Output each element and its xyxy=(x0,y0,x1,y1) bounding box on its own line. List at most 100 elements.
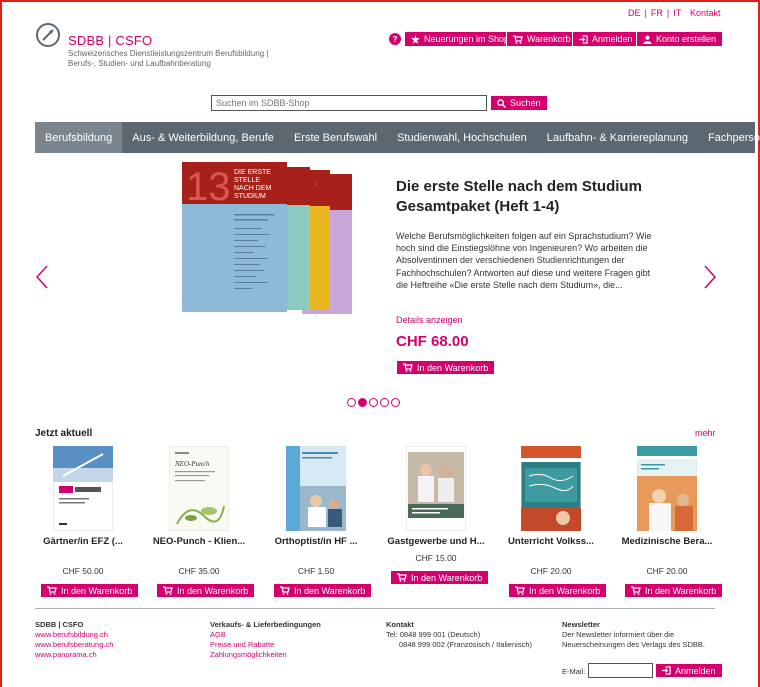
email-label: E-Mail: xyxy=(562,667,586,676)
footer-link[interactable]: AGB xyxy=(210,630,321,640)
lang-fr-link[interactable]: FR xyxy=(651,8,663,18)
product-image[interactable] xyxy=(637,446,697,531)
cart-button-label: Warenkorb xyxy=(527,34,571,44)
product-image[interactable] xyxy=(521,446,581,531)
carousel-dot-active[interactable] xyxy=(358,398,367,407)
cart-icon xyxy=(280,586,290,595)
product-card: Unterricht Volkss... CHF 20.00 In den Wa… xyxy=(492,446,610,598)
product-name[interactable]: Orthoptist/in HF ... xyxy=(257,536,375,547)
footer-col-contact: Kontakt Tel: 0848 999 001 (Deutsch) 0848… xyxy=(386,620,532,650)
newsletter-text: Der Newsletter informiert über die Neuer… xyxy=(562,630,706,649)
carousel-dot[interactable] xyxy=(369,398,378,407)
nav-item-erste-berufswahl[interactable]: Erste Berufswahl xyxy=(284,122,387,153)
hero-book-title-line: NACH DEM xyxy=(234,185,272,192)
product-price: CHF 15.00 xyxy=(415,553,457,563)
carousel-dots xyxy=(347,398,400,407)
nav-item-aus-weiterbildung[interactable]: Aus- & Weiterbildung, Berufe xyxy=(122,122,284,153)
search-button-label: Suchen xyxy=(510,98,541,108)
cart-icon xyxy=(403,363,413,372)
newsletter-email-input[interactable] xyxy=(588,663,653,678)
product-name[interactable]: Gastgewerbe und H... xyxy=(377,536,495,547)
footer-link[interactable]: Preise und Rabatte xyxy=(210,640,321,650)
product-price: CHF 20.00 xyxy=(530,566,572,576)
footer-heading: Verkaufs- & Lieferbedingungen xyxy=(210,620,321,629)
hero-book-title-line: DIE ERSTE xyxy=(234,169,271,176)
add-to-cart-button[interactable]: In den Warenkorb xyxy=(40,583,140,598)
newsletter-subscribe-label: Anmelden xyxy=(675,665,716,676)
add-to-cart-button[interactable]: In den Warenkorb xyxy=(508,583,608,598)
section-title: Jetzt aktuell xyxy=(35,428,93,439)
hero-title[interactable]: Die erste Stelle nach dem Studium Gesamt… xyxy=(396,177,676,217)
logo-name[interactable]: SDBB | CSFO xyxy=(68,33,152,48)
news-button[interactable]: Neuerungen im Shop xyxy=(404,31,517,47)
footer-link[interactable]: www.berufsberatung.ch xyxy=(35,640,113,650)
product-name[interactable]: Gärtner/in EFZ (... xyxy=(24,536,142,547)
add-to-cart-label: In den Warenkorb xyxy=(411,572,483,583)
news-button-label: Neuerungen im Shop xyxy=(424,34,510,44)
nav-item-laufbahn[interactable]: Laufbahn- & Karriereplanung xyxy=(537,122,698,153)
lang-de-link[interactable]: DE xyxy=(628,8,641,18)
product-name[interactable]: NEO-Punch - Klien... xyxy=(140,536,258,547)
product-image[interactable] xyxy=(406,446,466,531)
footer-link[interactable]: www.panorama.ch xyxy=(35,650,113,660)
product-price: CHF 50.00 xyxy=(62,566,104,576)
footer-link[interactable]: www.berufsbildung.ch xyxy=(35,630,113,640)
cart-icon xyxy=(163,586,173,595)
login-button-label: Anmelden xyxy=(592,34,633,44)
nav-item-berufsbildung[interactable]: Berufsbildung xyxy=(35,122,123,153)
footer-heading: SDBB | CSFO xyxy=(35,620,84,629)
carousel-dot[interactable] xyxy=(380,398,389,407)
footer-link[interactable]: Zahlungsmöglichkeiten xyxy=(210,650,321,660)
hero-description: Welche Berufsmöglichkeiten folgen auf ei… xyxy=(396,231,652,290)
carousel-dot[interactable] xyxy=(347,398,356,407)
product-card: Medizinische Bera... CHF 20.00 In den Wa… xyxy=(608,446,726,598)
register-button[interactable]: Konto erstellen xyxy=(636,31,724,47)
hero-book-stack[interactable]: 13 DIE ERSTE STELLE NACH DEM STUDIUM ʻ xyxy=(182,162,357,322)
login-button[interactable]: Anmelden xyxy=(572,31,640,47)
product-name[interactable]: Medizinische Bera... xyxy=(608,536,726,547)
hero-add-to-cart-label: In den Warenkorb xyxy=(417,362,489,373)
product-card: NEO-Punch NEO-Punch - Klien... CHF 35.00… xyxy=(140,446,258,598)
svg-text:NEO-Punch: NEO-Punch xyxy=(174,460,210,468)
more-link[interactable]: mehr xyxy=(695,428,716,438)
product-price: CHF 1.50 xyxy=(297,566,335,576)
product-name[interactable]: Unterricht Volkss... xyxy=(492,536,610,547)
svg-text:ʻ: ʻ xyxy=(315,183,316,190)
kontakt-link[interactable]: Kontakt xyxy=(690,8,721,18)
add-to-cart-label: In den Warenkorb xyxy=(529,585,601,596)
cart-button[interactable]: Warenkorb xyxy=(506,31,578,47)
lang-separator: | xyxy=(644,8,647,18)
footer-heading: Kontakt xyxy=(386,620,414,629)
carousel-next-icon[interactable] xyxy=(703,264,717,290)
add-to-cart-button[interactable]: In den Warenkorb xyxy=(624,583,724,598)
lang-it-link[interactable]: IT xyxy=(673,8,681,18)
register-button-label: Konto erstellen xyxy=(656,34,717,44)
login-icon xyxy=(662,666,671,675)
hero-details-link[interactable]: Details anzeigen xyxy=(396,315,463,325)
add-to-cart-button[interactable]: In den Warenkorb xyxy=(156,583,256,598)
compass-logo-icon[interactable] xyxy=(35,22,61,48)
cart-icon xyxy=(513,34,523,44)
cart-icon xyxy=(515,586,525,595)
nav-item-studienwahl[interactable]: Studienwahl, Hochschulen xyxy=(387,122,537,153)
carousel-prev-icon[interactable] xyxy=(35,264,49,290)
footer-col-newsletter: Newsletter Der Newsletter informiert übe… xyxy=(562,620,722,650)
product-card: Gärtner/in EFZ (... CHF 50.00 In den War… xyxy=(24,446,142,598)
newsletter-subscribe-button[interactable]: Anmelden xyxy=(655,663,723,678)
hero-add-to-cart-button[interactable]: In den Warenkorb xyxy=(396,360,496,375)
footer-divider xyxy=(35,608,715,609)
product-image[interactable] xyxy=(286,446,346,531)
search-button[interactable]: Suchen xyxy=(490,95,548,111)
nav-item-fachpersonen[interactable]: Fachpersonen xyxy=(698,122,760,153)
hero-price: CHF 68.00 xyxy=(396,333,469,350)
search-input[interactable] xyxy=(211,95,487,111)
add-to-cart-button[interactable]: In den Warenkorb xyxy=(273,583,373,598)
carousel-dot[interactable] xyxy=(391,398,400,407)
hero-book-title-line: STUDIUM xyxy=(234,193,266,200)
help-icon[interactable]: ? xyxy=(389,33,401,45)
product-image[interactable]: NEO-Punch xyxy=(169,446,229,531)
add-to-cart-button[interactable]: In den Warenkorb xyxy=(390,570,490,585)
footer-phone-de: Tel: 0848 999 001 (Deutsch) xyxy=(386,630,481,639)
product-image[interactable] xyxy=(53,446,113,531)
add-to-cart-label: In den Warenkorb xyxy=(294,585,366,596)
